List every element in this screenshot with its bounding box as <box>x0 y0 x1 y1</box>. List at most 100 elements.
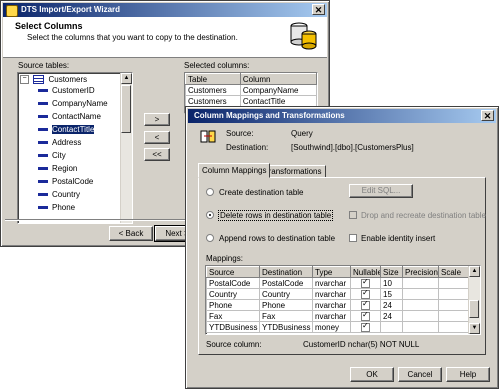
table-row[interactable]: CountryCountrynvarchar15 <box>206 288 469 300</box>
column-icon <box>38 115 48 119</box>
col-header-nullable[interactable]: Nullable <box>350 266 381 278</box>
drop-recreate-checkbox[interactable] <box>349 211 357 219</box>
tree-item-column[interactable]: Address <box>38 138 81 148</box>
append-rows-label[interactable]: Append rows to destination table <box>219 234 335 243</box>
add-column-button[interactable]: > <box>144 113 170 126</box>
nullable-checkbox[interactable] <box>361 312 370 321</box>
delete-rows-radio[interactable] <box>206 211 214 219</box>
scroll-up-icon[interactable]: ▲ <box>121 73 132 84</box>
create-table-radio[interactable] <box>206 188 214 196</box>
cell-nullable[interactable] <box>350 277 381 289</box>
collapse-icon[interactable]: − <box>20 75 29 85</box>
cell-type: nvarchar <box>312 288 351 300</box>
table-row[interactable]: Customers ContactTitle <box>185 95 317 107</box>
table-row[interactable]: FaxFaxnvarchar24 <box>206 310 469 322</box>
nullable-checkbox[interactable] <box>361 301 370 310</box>
cell-nullable[interactable] <box>350 310 381 322</box>
tree-item-label: ContactName <box>52 112 101 121</box>
remove-all-button[interactable]: << <box>144 148 170 161</box>
tree-item-label: ContactTitle <box>52 125 95 134</box>
cell-nullable[interactable] <box>350 321 381 333</box>
table-icon <box>33 75 45 85</box>
mapping-icon <box>200 129 216 145</box>
tree-item-column[interactable]: ContactName <box>38 112 101 122</box>
wizard-title: DTS Import/Export Wizard <box>21 5 121 14</box>
cell-source: YTDBusiness <box>206 321 260 333</box>
tree-item-label: Address <box>52 138 82 147</box>
tree-item-column[interactable]: Region <box>38 164 77 174</box>
column-icon <box>38 180 48 184</box>
cell-scale <box>438 299 469 311</box>
source-tables-label: Source tables: <box>18 61 70 70</box>
source-label: Source: <box>226 129 254 138</box>
append-rows-radio[interactable] <box>206 234 214 242</box>
cell-size: 10 <box>380 277 403 289</box>
mappings-scrollbar[interactable]: ▲ ▼ <box>468 266 480 334</box>
cell-destination: YTDBusiness <box>259 321 313 333</box>
cell-source: Phone <box>206 299 260 311</box>
source-value: Query <box>291 129 313 138</box>
cell-type: nvarchar <box>312 310 351 322</box>
scroll-down-icon[interactable]: ▼ <box>469 323 480 334</box>
table-row[interactable]: YTDBusiness YTDBusiness money <box>206 321 469 333</box>
edit-sql-button[interactable]: Edit SQL... <box>349 184 413 198</box>
table-row[interactable]: Customers CompanyName <box>185 84 317 96</box>
wizard-subheading: Select the columns that you want to copy… <box>27 33 238 42</box>
drop-recreate-label[interactable]: Drop and recreate destination table <box>361 211 486 220</box>
table-row[interactable]: PhonePhonenvarchar24 <box>206 299 469 311</box>
col-header-source[interactable]: Source <box>206 266 260 278</box>
delete-rows-label[interactable]: Delete rows in destination table <box>218 210 334 221</box>
cell-source: Country <box>206 288 260 300</box>
tree-root[interactable]: − Customers <box>20 75 87 85</box>
scroll-thumb[interactable] <box>121 85 131 133</box>
cell-destination: PostalCode <box>259 277 313 289</box>
source-tables-tree[interactable]: − Customers CustomerID CompanyName Contact… <box>17 72 133 224</box>
cell-precision <box>402 288 439 300</box>
tab-panel: Create destination table Delete rows in … <box>198 177 486 355</box>
cell-type: money <box>312 321 351 333</box>
cell-nullable[interactable] <box>350 299 381 311</box>
tree-item-column[interactable]: City <box>38 151 66 161</box>
tree-item-label: CustomerID <box>52 86 95 95</box>
col-header-scale[interactable]: Scale <box>438 266 469 278</box>
cancel-button[interactable]: Cancel <box>398 367 442 382</box>
wizard-heading: Select Columns <box>15 21 83 31</box>
cell-precision <box>402 277 439 289</box>
dialog-titlebar: Column Mappings and Transformations ✕ <box>188 109 496 123</box>
tree-item-label: CompanyName <box>52 99 108 108</box>
create-table-label[interactable]: Create destination table <box>219 188 304 197</box>
cell-column: CompanyName <box>239 84 317 96</box>
nullable-checkbox[interactable] <box>361 323 370 332</box>
selected-header-table[interactable]: Table <box>185 73 241 85</box>
tree-item-column[interactable]: PostalCode <box>38 177 93 187</box>
table-row[interactable]: PostalCodePostalCodenvarchar10 <box>206 277 469 289</box>
close-icon[interactable]: ✕ <box>481 110 494 121</box>
identity-insert-checkbox[interactable] <box>349 234 357 242</box>
nullable-checkbox[interactable] <box>361 279 370 288</box>
help-button[interactable]: Help <box>446 367 490 382</box>
col-header-type[interactable]: Type <box>312 266 351 278</box>
source-column-label: Source column: <box>206 340 262 349</box>
cell-nullable[interactable] <box>350 288 381 300</box>
tree-item-column[interactable]: Phone <box>38 203 75 213</box>
remove-column-button[interactable]: < <box>144 131 170 144</box>
identity-insert-label[interactable]: Enable identity insert <box>361 234 435 243</box>
tree-item-column[interactable]: CompanyName <box>38 99 108 109</box>
col-header-destination[interactable]: Destination <box>259 266 313 278</box>
tree-item-column[interactable]: Country <box>38 190 80 200</box>
scroll-up-icon[interactable]: ▲ <box>469 266 480 277</box>
col-header-precision[interactable]: Precision <box>402 266 439 278</box>
back-button[interactable]: < Back <box>109 226 153 241</box>
tab-column-mappings[interactable]: Column Mappings <box>198 163 271 178</box>
tree-item-column[interactable]: CustomerID <box>38 86 95 96</box>
tree-scrollbar[interactable]: ▲ <box>120 73 132 223</box>
nullable-checkbox[interactable] <box>361 290 370 299</box>
mappings-grid[interactable]: Source Destination Type Nullable Size Pr… <box>205 265 481 335</box>
selected-header-column[interactable]: Column <box>239 73 317 85</box>
ok-button[interactable]: OK <box>350 367 394 382</box>
scroll-thumb[interactable] <box>469 300 479 318</box>
tree-item-column[interactable]: ContactTitle <box>38 125 95 135</box>
col-header-size[interactable]: Size <box>380 266 403 278</box>
tree-item-label: PostalCode <box>52 177 94 186</box>
close-icon[interactable]: ✕ <box>312 4 325 15</box>
